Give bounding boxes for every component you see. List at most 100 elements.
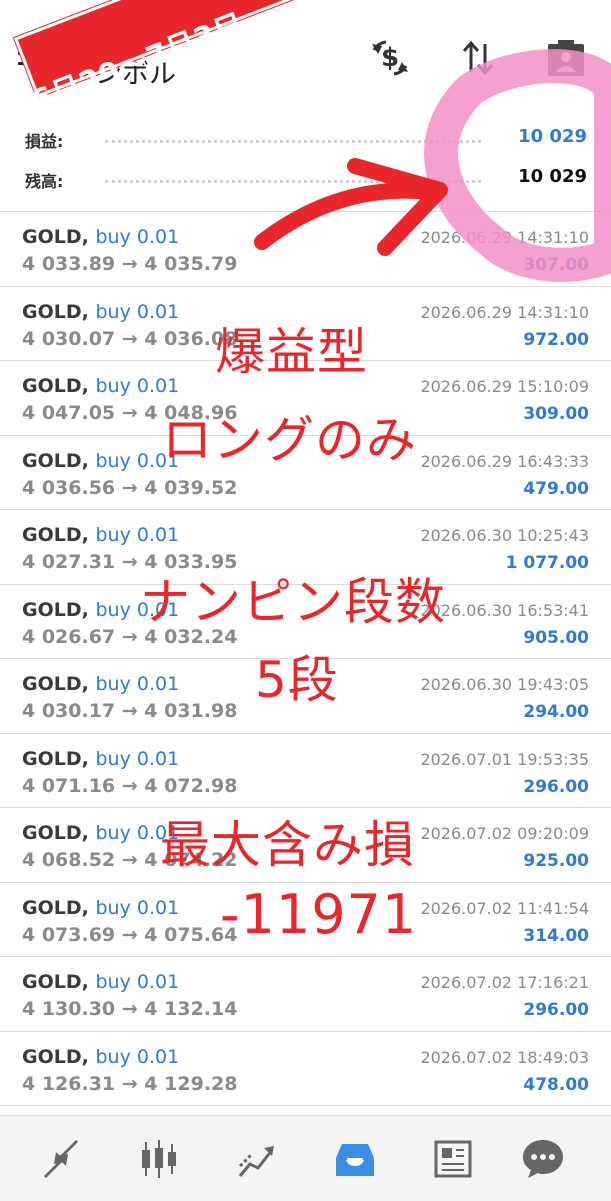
trade-side: buy 0.01 (95, 971, 180, 993)
trade-row[interactable]: GOLD, buy 0.01 4 026.67 → 4 032.24 2026.06… (0, 585, 611, 659)
trade-row[interactable]: GOLD, buy 0.01 4 071.16 → 4 072.98 2026.07… (0, 734, 611, 808)
trade-time: 2026.07.02 09:20:09 (420, 824, 589, 843)
account-icon[interactable] (544, 36, 588, 80)
trade-prices: 4 071.16 → 4 072.98 (22, 774, 238, 797)
symbol-name: GOLD, (22, 673, 89, 695)
sort-icon[interactable] (456, 36, 500, 80)
trade-symbol: GOLD, buy 0.01 (22, 748, 179, 770)
trade-symbol: GOLD, buy 0.01 (22, 450, 179, 472)
bottom-nav (0, 1115, 611, 1201)
trade-prices: 4 030.17 → 4 031.98 (22, 700, 238, 722)
dotted-leader (105, 140, 481, 143)
symbol-name: GOLD, (22, 896, 89, 919)
balance-row: 残高: 10 029 (0, 158, 611, 198)
trade-symbol: GOLD, buy 0.01 (22, 524, 179, 546)
trade-row[interactable]: GOLD, buy 0.01 4 073.69 → 4 075.64 2026.07… (0, 883, 611, 957)
trade-profit: 294.00 (523, 702, 589, 722)
trade-time: 2026.07.01 19:53:35 (420, 749, 589, 769)
profit-label: 損益: (25, 132, 64, 151)
trade-side: buy 0.01 (95, 300, 180, 323)
trade-icon[interactable] (234, 1136, 280, 1182)
trade-time: 2026.06.29 16:43:33 (420, 451, 589, 471)
trade-profit: 296.00 (523, 776, 589, 797)
trade-prices: 4 126.31 → 4 129.28 (22, 1072, 238, 1095)
trade-symbol: GOLD, buy 0.01 (22, 226, 179, 248)
trade-profit: 478.00 (523, 1074, 589, 1095)
trade-profit: 972.00 (523, 329, 589, 350)
trade-row[interactable]: GOLD, buy 0.01 4 036.56 → 4 039.52 2026.06… (0, 436, 611, 510)
trade-symbol: GOLD, buy 0.01 (22, 599, 179, 621)
trade-row[interactable]: GOLD, buy 0.01 4 030.07 → 4 036.08 2026.06… (0, 287, 611, 361)
trade-prices: 4 033.89 → 4 035.79 (22, 253, 238, 275)
trade-profit: 1 077.00 (505, 553, 589, 573)
trade-profit: 309.00 (523, 404, 589, 424)
trade-symbol: GOLD, buy 0.01 (22, 1046, 179, 1068)
chart-icon[interactable] (136, 1136, 182, 1182)
svg-text:$: $ (381, 43, 399, 73)
trade-side: buy 0.01 (95, 226, 180, 248)
symbol-name: GOLD, (22, 226, 89, 248)
trade-profit: 905.00 (523, 627, 589, 648)
symbol-name: GOLD, (22, 747, 89, 770)
trade-prices: 4 068.52 → 4 074.22 (22, 849, 238, 871)
symbol-name: GOLD, (22, 375, 89, 397)
trade-row[interactable]: GOLD, buy 0.01 4 027.31 → 4 033.95 2026.06… (0, 510, 611, 585)
trade-symbol: GOLD, buy 0.01 (22, 673, 179, 695)
header-subtitle: 履歴 (68, 31, 102, 51)
page-title: シンボル (68, 59, 176, 90)
trade-symbol: GOLD, buy 0.01 (22, 301, 179, 323)
trade-time: 2026.06.29 14:31:10 (420, 228, 589, 247)
trade-prices: 4 027.31 → 4 033.95 (22, 551, 238, 573)
symbol-name: GOLD, (22, 971, 89, 993)
trade-time: 2026.06.30 16:53:41 (420, 600, 589, 620)
profit-value: 10 029 (518, 126, 587, 147)
trade-time: 2026.06.29 15:10:09 (420, 377, 589, 396)
trade-row[interactable]: GOLD, buy 0.01 4 130.30 → 4 132.14 2026.07… (0, 957, 611, 1032)
trade-prices: 4 036.56 → 4 039.52 (22, 476, 238, 499)
trade-profit: 307.00 (523, 255, 589, 275)
trade-time: 2026.07.02 17:16:21 (420, 973, 589, 992)
dotted-leader (105, 180, 481, 183)
trade-profit: 479.00 (523, 478, 589, 499)
trade-side: buy 0.01 (95, 896, 180, 919)
trade-time: 2026.06.30 10:25:43 (420, 526, 589, 545)
trade-side: buy 0.01 (95, 673, 180, 695)
trade-time: 2026.07.02 18:49:03 (420, 1047, 589, 1067)
trade-symbol: GOLD, buy 0.01 (22, 897, 179, 919)
trade-side: buy 0.01 (95, 449, 180, 472)
trade-side: buy 0.01 (95, 598, 180, 621)
trade-row[interactable]: GOLD, buy 0.01 4 033.89 → 4 035.79 2026.06… (0, 212, 611, 287)
trade-time: 2026.06.30 19:43:05 (420, 675, 589, 694)
app-header: 履歴 シンボル $ (0, 0, 611, 110)
trade-profit: 925.00 (523, 851, 589, 871)
currency-exchange-icon[interactable]: $ (368, 36, 412, 80)
balance-label: 残高: (25, 172, 64, 191)
news-icon[interactable] (430, 1136, 476, 1182)
trade-row[interactable]: GOLD, buy 0.01 4 030.17 → 4 031.98 2026.06… (0, 659, 611, 734)
profit-row: 損益: 10 029 (0, 118, 611, 158)
trade-symbol: GOLD, buy 0.01 (22, 375, 179, 397)
symbol-name: GOLD, (22, 822, 89, 844)
quotes-icon[interactable] (38, 1136, 84, 1182)
trade-profit: 296.00 (523, 1000, 589, 1020)
trade-symbol: GOLD, buy 0.01 (22, 971, 179, 993)
trade-profit: 314.00 (523, 925, 589, 946)
symbol-name: GOLD, (22, 300, 89, 323)
trade-prices: 4 047.05 → 4 048.96 (22, 402, 238, 424)
trade-time: 2026.07.02 11:41:54 (420, 898, 589, 918)
trade-symbol: GOLD, buy 0.01 (22, 822, 179, 844)
trade-side: buy 0.01 (95, 747, 180, 770)
trade-row[interactable]: GOLD, buy 0.01 4 047.05 → 4 048.96 2026.06… (0, 361, 611, 436)
trade-row[interactable]: GOLD, buy 0.01 4 126.31 → 4 129.28 2026.07… (0, 1032, 611, 1106)
messages-icon[interactable] (520, 1136, 566, 1182)
trade-row[interactable]: GOLD, buy 0.01 4 068.52 → 4 074.22 2026.07… (0, 808, 611, 883)
history-icon[interactable] (332, 1136, 378, 1182)
menu-icon[interactable] (18, 42, 50, 66)
trade-prices: 4 073.69 → 4 075.64 (22, 923, 238, 946)
symbol-name: GOLD, (22, 1045, 89, 1068)
trade-side: buy 0.01 (95, 822, 180, 844)
symbol-name: GOLD, (22, 449, 89, 472)
symbol-name: GOLD, (22, 598, 89, 621)
symbol-name: GOLD, (22, 524, 89, 546)
trade-prices: 4 030.07 → 4 036.08 (22, 327, 238, 350)
